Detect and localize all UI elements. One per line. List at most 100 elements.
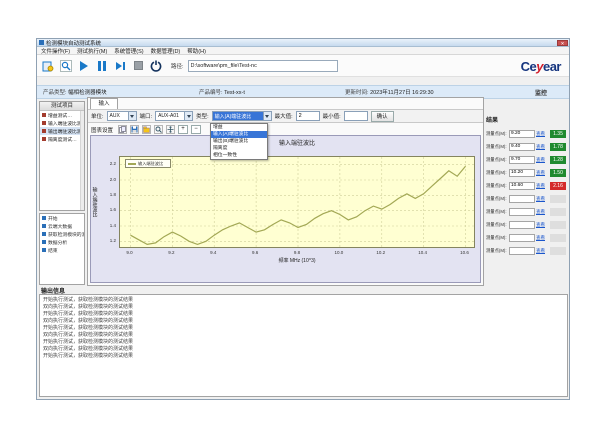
copy-icon[interactable] bbox=[118, 125, 127, 134]
view-link[interactable]: 查看 bbox=[536, 131, 549, 137]
sidebar-item-input-vswr[interactable]: 输入端驻波比测… bbox=[40, 119, 84, 127]
ceyear-logo: Ceyear bbox=[521, 59, 561, 74]
test-items-header: 测试项目 bbox=[40, 102, 84, 111]
port-select[interactable]: AUX-A01 bbox=[155, 111, 193, 121]
unit-label: 单位: bbox=[91, 112, 104, 120]
sidebar-item-output-vswr[interactable]: 输出端驻波比测… bbox=[40, 127, 84, 135]
step-icon[interactable] bbox=[113, 59, 127, 73]
zoom-in-button[interactable]: + bbox=[178, 125, 188, 134]
dropdown-option[interactable]: 输出(B)端驻波比 bbox=[211, 138, 267, 145]
status-badge: 1.28 bbox=[550, 156, 566, 164]
flow-step-start[interactable]: 开始 bbox=[40, 214, 84, 222]
results-header: 结果 bbox=[486, 115, 570, 124]
max-value-input[interactable] bbox=[296, 111, 320, 121]
status-badge bbox=[550, 208, 566, 216]
log-line: 开始执行测试，获取检测模块的测试结果 bbox=[43, 311, 564, 318]
chevron-down-icon[interactable] bbox=[128, 112, 136, 120]
plot-svg bbox=[120, 157, 476, 249]
result-row: 测量点(M): 查看 1.28 bbox=[486, 153, 570, 166]
log-line: 双向执行测试，获取检测模块的测试结果 bbox=[43, 318, 564, 325]
measure-point-input[interactable] bbox=[509, 182, 535, 190]
pan-icon[interactable] bbox=[166, 125, 175, 134]
log-line: 双向执行测试，获取检测模块的测试结果 bbox=[43, 332, 564, 339]
sidebar-item-isolation[interactable]: 隔离度测试… bbox=[40, 135, 84, 143]
monitor-button[interactable]: 监控 bbox=[535, 88, 547, 97]
path-label: 路径: bbox=[171, 62, 184, 70]
result-row: 测量点(M): 查看 2.16 bbox=[486, 179, 570, 192]
search-icon[interactable] bbox=[59, 59, 73, 73]
toolbar: 路径: bbox=[37, 55, 569, 77]
tab-input[interactable]: 输入 bbox=[90, 98, 118, 109]
export-icon[interactable] bbox=[142, 125, 151, 134]
menu-system[interactable]: 系统管理(S) bbox=[114, 47, 143, 55]
chevron-down-icon[interactable] bbox=[263, 112, 271, 120]
flow-step-end[interactable]: 结束 bbox=[40, 246, 84, 254]
log-line: 开始执行测试，获取检测模块的测试结果 bbox=[43, 325, 564, 332]
power-icon[interactable] bbox=[149, 59, 163, 73]
dropdown-option[interactable]: 隔离度 bbox=[211, 145, 267, 152]
test-item-icon bbox=[42, 137, 46, 141]
dropdown-option[interactable]: 相位一致性 bbox=[211, 152, 267, 159]
menu-file[interactable]: 文件操作(F) bbox=[41, 47, 70, 55]
view-link[interactable]: 查看 bbox=[536, 235, 549, 241]
sidebar-scrollbar[interactable] bbox=[80, 111, 84, 210]
y-axis-label: 输入端驻波比 bbox=[91, 156, 99, 248]
confirm-button[interactable]: 确认 bbox=[371, 111, 394, 122]
zoom-area-icon[interactable] bbox=[154, 125, 163, 134]
view-link[interactable]: 查看 bbox=[536, 144, 549, 150]
step-icon bbox=[42, 216, 46, 220]
close-button[interactable]: ✕ bbox=[557, 40, 568, 46]
menu-help[interactable]: 帮助(H) bbox=[187, 47, 206, 55]
main-panel: 输入 单位: AUX 端口: AUX-A01 类型: 输入(A)端驻波比 最大值… bbox=[87, 97, 484, 286]
plot-region[interactable] bbox=[119, 156, 475, 248]
test-item-icon bbox=[42, 129, 46, 133]
step-icon bbox=[42, 224, 46, 228]
measure-point-input[interactable] bbox=[509, 221, 535, 229]
config-icon[interactable] bbox=[41, 59, 55, 73]
measure-point-input[interactable] bbox=[509, 208, 535, 216]
menu-test[interactable]: 测试执行(M) bbox=[77, 47, 107, 55]
view-link[interactable]: 查看 bbox=[536, 157, 549, 163]
path-input[interactable] bbox=[188, 60, 338, 72]
measure-point-input[interactable] bbox=[509, 156, 535, 164]
min-value-input[interactable] bbox=[344, 111, 368, 121]
view-link[interactable]: 查看 bbox=[536, 183, 549, 189]
view-link[interactable]: 查看 bbox=[536, 222, 549, 228]
test-items-panel: 测试项目 增益测试… 输入端驻波比测… 输出端驻波比测… 隔离度测试… bbox=[39, 101, 85, 211]
chart-title: 输入端驻波比 bbox=[119, 138, 475, 147]
view-link[interactable]: 查看 bbox=[536, 170, 549, 176]
result-row: 测量点(M): 查看 bbox=[486, 205, 570, 218]
measure-point-input[interactable] bbox=[509, 169, 535, 177]
log-line: 开始执行测试，获取检测模块的测试结果 bbox=[43, 297, 564, 304]
dropdown-option[interactable]: 增益 bbox=[211, 124, 267, 131]
flow-step-fetch-results[interactable]: 获取检测模块的测试结果 bbox=[40, 230, 84, 238]
sidebar-item-gain[interactable]: 增益测试… bbox=[40, 111, 84, 119]
measure-point-input[interactable] bbox=[509, 195, 535, 203]
flow-step-cloud[interactable]: 云端大数据 bbox=[40, 222, 84, 230]
run-icon[interactable] bbox=[77, 59, 91, 73]
view-link[interactable]: 查看 bbox=[536, 209, 549, 215]
save-icon[interactable] bbox=[130, 125, 139, 134]
status-badge bbox=[550, 221, 566, 229]
measure-point-input[interactable] bbox=[509, 143, 535, 151]
view-link[interactable]: 查看 bbox=[536, 196, 549, 202]
type-select[interactable]: 输入(A)端驻波比 bbox=[212, 111, 272, 121]
measure-point-input[interactable] bbox=[509, 247, 535, 255]
status-badge: 1.50 bbox=[550, 169, 566, 177]
dropdown-option-selected[interactable]: 输入(A)端驻波比 bbox=[211, 131, 267, 138]
view-link[interactable]: 查看 bbox=[536, 248, 549, 254]
x-axis-ticks: 9.09.29.49.69.810.010.210.410.6 bbox=[119, 250, 475, 256]
measure-point-input[interactable] bbox=[509, 234, 535, 242]
measure-point-input[interactable] bbox=[509, 130, 535, 138]
pause-icon[interactable] bbox=[95, 59, 109, 73]
stop-icon[interactable] bbox=[131, 59, 145, 73]
log-line: 开始执行测试，获取检测模块的测试结果 bbox=[43, 353, 564, 360]
zoom-out-button[interactable]: − bbox=[191, 125, 201, 134]
unit-select[interactable]: AUX bbox=[107, 111, 137, 121]
flow-step-analysis[interactable]: 数据分析 bbox=[40, 238, 84, 246]
status-badge bbox=[550, 234, 566, 242]
log-output[interactable]: 开始执行测试，获取检测模块的测试结果 双向执行测试，获取检测模块的测试结果 开始… bbox=[39, 294, 568, 397]
menu-data[interactable]: 数据管理(D) bbox=[151, 47, 181, 55]
type-label: 类型: bbox=[196, 112, 209, 120]
chevron-down-icon[interactable] bbox=[184, 112, 192, 120]
